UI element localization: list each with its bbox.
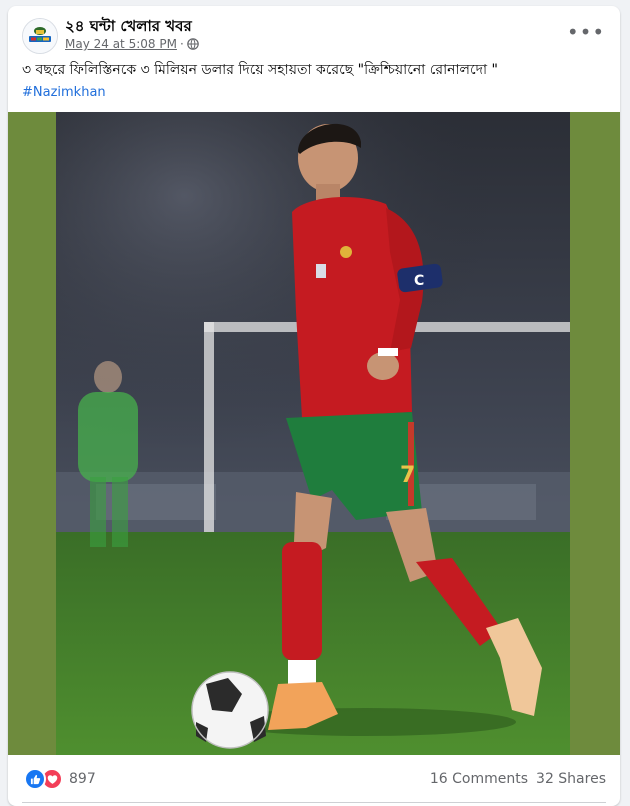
engagement-counts: 16 Comments 32 Shares	[430, 771, 606, 787]
meta-separator: ·	[179, 37, 184, 51]
captain-band-letter: C	[414, 273, 424, 289]
post-header: ২৪ ঘন্টা খেলার খবর May 24 at 5:08 PM · •…	[8, 6, 620, 58]
shares-count[interactable]: 32 Shares	[536, 771, 606, 787]
reaction-count[interactable]: 897	[69, 771, 96, 787]
post-footer: 897 16 Comments 32 Shares	[8, 758, 620, 803]
post-photo-container[interactable]: C 7	[8, 112, 620, 755]
comments-count[interactable]: 16 Comments	[430, 771, 528, 787]
facebook-post: ২৪ ঘন্টা খেলার খবর May 24 at 5:08 PM · •…	[8, 6, 620, 806]
page-avatar[interactable]	[22, 18, 58, 54]
footer-divider	[22, 802, 606, 803]
like-icon	[24, 768, 46, 790]
more-options-icon[interactable]: •••	[567, 18, 604, 46]
post-timestamp[interactable]: May 24 at 5:08 PM	[65, 37, 177, 51]
jersey-number: 7	[400, 463, 415, 488]
post-meta: May 24 at 5:08 PM ·	[65, 37, 199, 51]
page-logo-icon	[23, 19, 57, 53]
post-text: ৩ বছরে ফিলিস্তিনকে ৩ মিলিয়ন ডলার দিয়ে …	[22, 62, 498, 78]
globe-icon[interactable]	[186, 38, 199, 50]
hashtag-link[interactable]: #Nazimkhan	[22, 85, 106, 100]
post-photo[interactable]: C 7	[56, 112, 570, 755]
reactions-summary[interactable]: 897	[24, 768, 96, 790]
